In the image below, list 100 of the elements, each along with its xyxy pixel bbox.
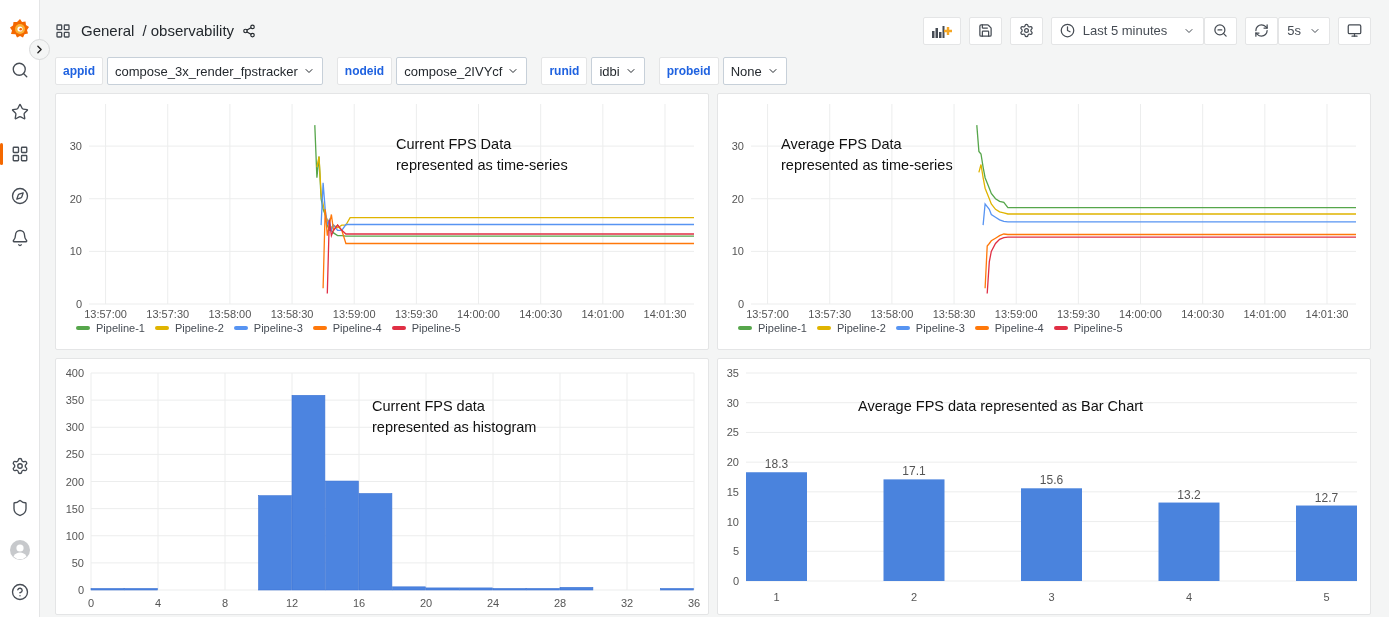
axis-label: 13:58:30: [270, 308, 314, 320]
legend-label[interactable]: Pipeline-2: [836, 322, 886, 334]
axis-label: 300: [65, 421, 84, 434]
axis-label: 50: [71, 556, 84, 569]
axis-label: 30: [69, 140, 82, 153]
search-icon[interactable]: [10, 61, 29, 79]
annotation-text: Current FPS data represented as histogram: [372, 398, 537, 435]
folder-link[interactable]: General: [81, 22, 135, 39]
axis-label: 14:00:30: [1181, 308, 1225, 320]
axis-label: 36: [687, 597, 701, 609]
bell-icon[interactable]: [10, 229, 29, 247]
axis-label: 20: [731, 192, 744, 205]
axis-label: 10: [69, 245, 82, 258]
axis-label: 0: [737, 298, 744, 310]
legend-label[interactable]: Pipeline-3: [915, 322, 965, 334]
collapse-button[interactable]: [29, 39, 50, 60]
axis-label: 35: [726, 367, 739, 379]
axis-label: 8: [221, 597, 229, 609]
axis-label: 100: [65, 529, 84, 542]
axis-label: 1: [773, 591, 780, 603]
variable-dropdown[interactable]: idbi: [591, 57, 645, 85]
zoom-out-button[interactable]: [1204, 16, 1238, 45]
axis-label: 4: [154, 597, 162, 609]
help-icon[interactable]: [10, 583, 29, 601]
annotation-text: Average FPS data represented as Bar Chart: [858, 398, 1144, 414]
variable-label: nodeid: [336, 57, 393, 85]
axis-label: 13:59:00: [994, 308, 1038, 320]
variable-label: runid: [541, 57, 588, 85]
axis-label: 13:57:30: [146, 308, 190, 320]
axis-label: 15: [726, 485, 739, 498]
legend-label[interactable]: Pipeline-1: [96, 322, 145, 334]
axis-label: 13:59:30: [394, 308, 438, 320]
bar-chart-plus-icon: [931, 23, 952, 38]
value-label: 17.1: [902, 464, 926, 479]
save-icon: [977, 23, 993, 38]
legend-label[interactable]: Pipeline-3: [253, 322, 303, 334]
variable-dropdown[interactable]: compose_2IVYcf: [396, 57, 528, 85]
axis-label: 14:00:00: [457, 308, 500, 320]
settings-icon[interactable]: [10, 457, 29, 475]
legend-label[interactable]: Pipeline-2: [174, 322, 224, 334]
legend-label[interactable]: Pipeline-5: [411, 322, 461, 334]
shield-icon[interactable]: [10, 499, 29, 517]
compass-icon[interactable]: [10, 187, 29, 205]
axis-label: 20: [69, 192, 82, 205]
refresh-button[interactable]: [1245, 16, 1279, 45]
axis-label: 13:57:00: [746, 308, 789, 320]
monitor-icon: [1347, 23, 1362, 38]
axis-label: 12: [285, 597, 299, 609]
dashboard-title: / observability: [142, 22, 235, 39]
variable-dropdown[interactable]: None: [722, 57, 787, 85]
save-button[interactable]: [968, 16, 1002, 45]
settings-button[interactable]: [1009, 16, 1043, 45]
axis-label: 13:59:00: [332, 308, 376, 320]
axis-label: 28: [553, 597, 567, 609]
value-label: 12.7: [1314, 490, 1339, 505]
axis-label: 25: [726, 426, 739, 439]
axis-label: 13:57:30: [808, 308, 852, 320]
axis-label: 13:58:00: [208, 308, 252, 320]
value-label: 15.6: [1039, 473, 1064, 488]
legend-label[interactable]: Pipeline-5: [1073, 322, 1123, 334]
axis-label: 14:00:30: [519, 308, 563, 320]
axis-label: 14:01:30: [643, 308, 687, 320]
clock-icon: [1059, 23, 1075, 38]
zoom-out-icon: [1213, 23, 1229, 38]
axis-label: 20: [419, 597, 433, 609]
value-label: 13.2: [1177, 487, 1201, 502]
variable-dropdown[interactable]: compose_3x_render_fpstracker: [107, 57, 323, 85]
axis-label: 150: [65, 502, 84, 515]
axis-label: 10: [726, 515, 739, 528]
legend-label[interactable]: Pipeline-4: [332, 322, 382, 334]
axis-label: 13:59:30: [1056, 308, 1100, 320]
axis-label: 30: [726, 396, 739, 409]
axis-label: 3: [1048, 591, 1055, 603]
axis-label: 400: [65, 367, 84, 379]
variable-label: probeid: [658, 57, 719, 85]
time-range-picker[interactable]: Last 5 minutes: [1050, 16, 1205, 45]
axis-label: 0: [87, 597, 95, 609]
axis-label: 13:58:00: [870, 308, 914, 320]
share-icon[interactable]: [242, 23, 257, 38]
axis-label: 14:00:00: [1119, 308, 1162, 320]
axis-label: 13:58:30: [932, 308, 976, 320]
value-label: 18.3: [764, 457, 789, 472]
tv-mode-button[interactable]: [1338, 16, 1371, 45]
axis-label: 0: [77, 584, 84, 596]
legend-label[interactable]: Pipeline-4: [994, 322, 1044, 334]
add-panel-button[interactable]: [922, 16, 961, 45]
grid-icon[interactable]: [10, 145, 29, 163]
variable-label: appid: [55, 57, 103, 85]
axis-label: 0: [75, 298, 82, 310]
refresh-icon: [1254, 23, 1270, 38]
axis-label: 14:01:30: [1305, 308, 1349, 320]
axis-label: 20: [726, 456, 739, 469]
axis-label: 13:57:00: [84, 308, 127, 320]
refresh-interval-picker[interactable]: 5s: [1278, 16, 1330, 45]
legend-label[interactable]: Pipeline-1: [758, 322, 807, 334]
star-icon[interactable]: [10, 103, 29, 121]
axis-label: 350: [65, 394, 84, 407]
annotation-text: Current FPS Data represented as time-series: [396, 136, 568, 173]
axis-label: 4: [1185, 591, 1193, 603]
axis-label: 32: [620, 597, 634, 609]
